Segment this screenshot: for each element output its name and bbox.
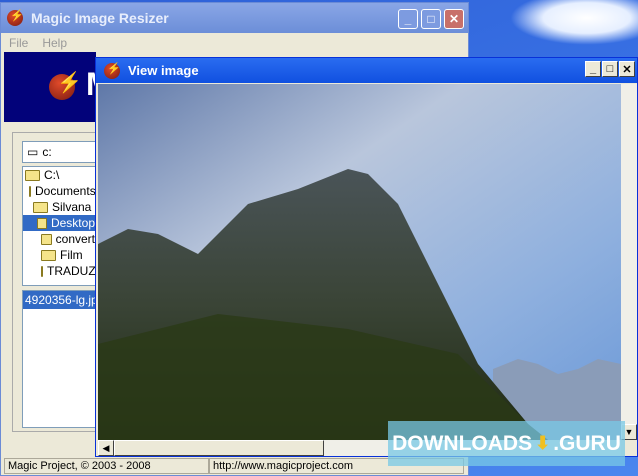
tree-label: Silvana <box>52 200 92 214</box>
folder-open-icon <box>33 201 48 213</box>
tree-label: Film <box>60 248 83 262</box>
file-list[interactable]: 4920356-lg.jpg <box>22 290 96 428</box>
tree-label: Desktop <box>50 216 95 230</box>
tree-item-selected[interactable]: Desktop <box>23 215 95 231</box>
logo-icon <box>49 70 82 100</box>
drive-select[interactable]: ▭ c: <box>22 141 96 163</box>
menu-help[interactable]: Help <box>42 36 67 50</box>
maximize-button[interactable]: □ <box>602 61 618 77</box>
drive-label: c: <box>42 145 52 159</box>
maximize-button[interactable]: □ <box>421 9 441 29</box>
tree-label: convert <box>55 232 95 246</box>
folder-open-icon <box>37 217 47 229</box>
close-button[interactable]: ✕ <box>619 61 635 77</box>
tree-item[interactable]: Film <box>23 247 95 263</box>
watermark: DOWNLOADS ⬇ .GURU <box>388 421 625 466</box>
tree-item[interactable]: C:\ <box>23 167 95 183</box>
minimize-button[interactable]: _ <box>585 61 601 77</box>
viewer-title: View image <box>128 63 199 78</box>
tree-label: TRADUZIONI <box>47 264 96 278</box>
vertical-scrollbar[interactable]: ▼ <box>621 84 637 440</box>
scroll-left-button[interactable]: ◀ <box>98 440 114 456</box>
folder-tree[interactable]: C:\ Documents and Settings Silvana Deskt… <box>22 166 96 286</box>
tree-label: C:\ <box>44 168 60 182</box>
tree-label: Documents and Settings <box>35 184 96 198</box>
image-view <box>98 84 621 440</box>
drive-icon: ▭ <box>27 145 39 159</box>
menu-file[interactable]: File <box>9 36 28 50</box>
minimize-button[interactable]: _ <box>398 9 418 29</box>
close-button[interactable]: ✕ <box>444 9 464 29</box>
app-banner: M <box>4 52 113 122</box>
download-arrow-icon: ⬇ <box>535 433 551 453</box>
view-image-window: View image _ □ ✕ ▼ ◀ <box>95 57 638 457</box>
watermark-left: DOWNLOADS <box>392 431 533 455</box>
tree-item[interactable]: convert <box>23 231 95 247</box>
scroll-thumb[interactable] <box>114 440 324 456</box>
viewer-title-bar[interactable]: View image _ □ ✕ <box>96 58 637 83</box>
status-copyright: Magic Project, © 2003 - 2008 <box>4 458 209 474</box>
tree-item[interactable]: Documents and Settings <box>23 183 95 199</box>
folder-open-icon <box>29 185 31 197</box>
main-title: Magic Image Resizer <box>31 10 169 26</box>
folder-icon <box>41 265 43 277</box>
folder-icon <box>41 249 56 261</box>
folder-icon <box>41 233 52 245</box>
desktop-cloud <box>510 0 638 45</box>
app-icon <box>7 9 24 26</box>
tree-item[interactable]: Silvana <box>23 199 95 215</box>
watermark-right: .GURU <box>553 431 621 455</box>
folder-open-icon <box>25 169 40 181</box>
tree-item[interactable]: TRADUZIONI <box>23 263 95 279</box>
app-icon <box>104 62 121 79</box>
file-item-selected[interactable]: 4920356-lg.jpg <box>23 291 95 309</box>
menu-bar: File Help <box>1 33 468 53</box>
main-title-bar[interactable]: Magic Image Resizer _ □ ✕ <box>1 3 468 33</box>
mountain-photo <box>98 84 621 440</box>
